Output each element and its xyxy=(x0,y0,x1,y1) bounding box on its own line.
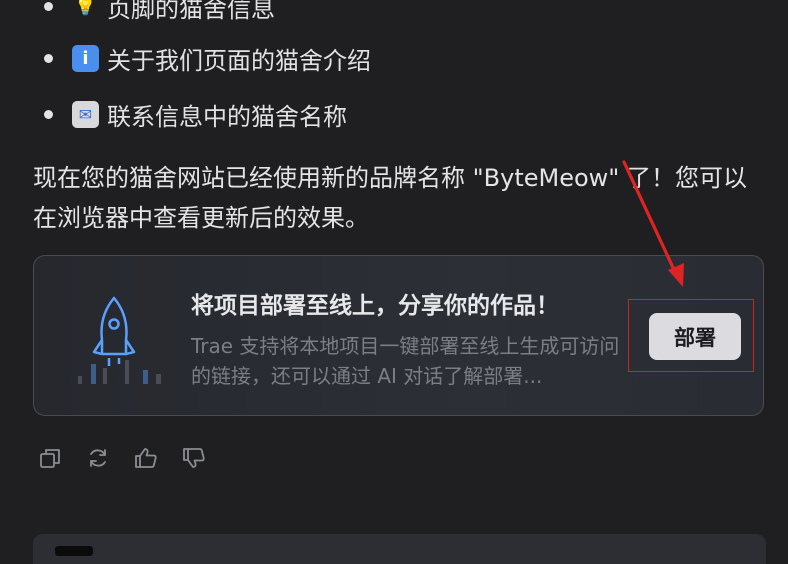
list-item: i 关于我们页面的猫舍介绍 xyxy=(44,38,371,78)
deploy-button[interactable]: 部署 xyxy=(649,313,741,360)
deploy-card: 将项目部署至线上，分享你的作品！ Trae 支持将本地项目一键部署至线上生成可访… xyxy=(33,255,764,416)
copy-button[interactable] xyxy=(38,444,62,472)
list-item: 💡 页脚的猫舍信息 xyxy=(44,0,275,26)
thumbs-down-icon xyxy=(183,448,205,468)
thumbs-up-button[interactable] xyxy=(134,444,158,472)
regenerate-button[interactable] xyxy=(86,444,110,472)
deploy-card-title: 将项目部署至线上，分享你的作品！ xyxy=(191,293,559,319)
message-action-bar xyxy=(38,444,206,472)
bullet-dot xyxy=(44,53,53,63)
list-item: ✉ 联系信息中的猫舍名称 xyxy=(44,94,347,134)
list-item-text: 联系信息中的猫舍名称 xyxy=(107,102,347,131)
regenerate-icon xyxy=(90,449,106,467)
bullet-dot xyxy=(44,1,53,11)
rocket-icon xyxy=(78,296,161,384)
list-item-text: 页脚的猫舍信息 xyxy=(107,0,275,23)
deploy-card-description: Trae 支持将本地项目一键部署至线上生成可访问的链接，还可以通过 AI 对话了… xyxy=(191,334,620,388)
thumbs-up-icon xyxy=(135,448,157,468)
thumbs-down-button[interactable] xyxy=(182,444,206,472)
summary-text: 现在您的猫舍网站已经使用新的品牌名称 "ByteMeow" 了！您可以在浏览器中… xyxy=(33,164,747,232)
lightbulb-icon: 💡 xyxy=(74,0,97,17)
copy-icon xyxy=(40,449,60,468)
info-icon: i xyxy=(72,44,99,72)
bullet-dot xyxy=(44,109,53,119)
next-message-panel xyxy=(33,534,766,564)
list-item-text: 关于我们页面的猫舍介绍 xyxy=(107,46,371,75)
mail-icon: ✉ xyxy=(72,100,99,128)
avatar xyxy=(55,546,93,556)
